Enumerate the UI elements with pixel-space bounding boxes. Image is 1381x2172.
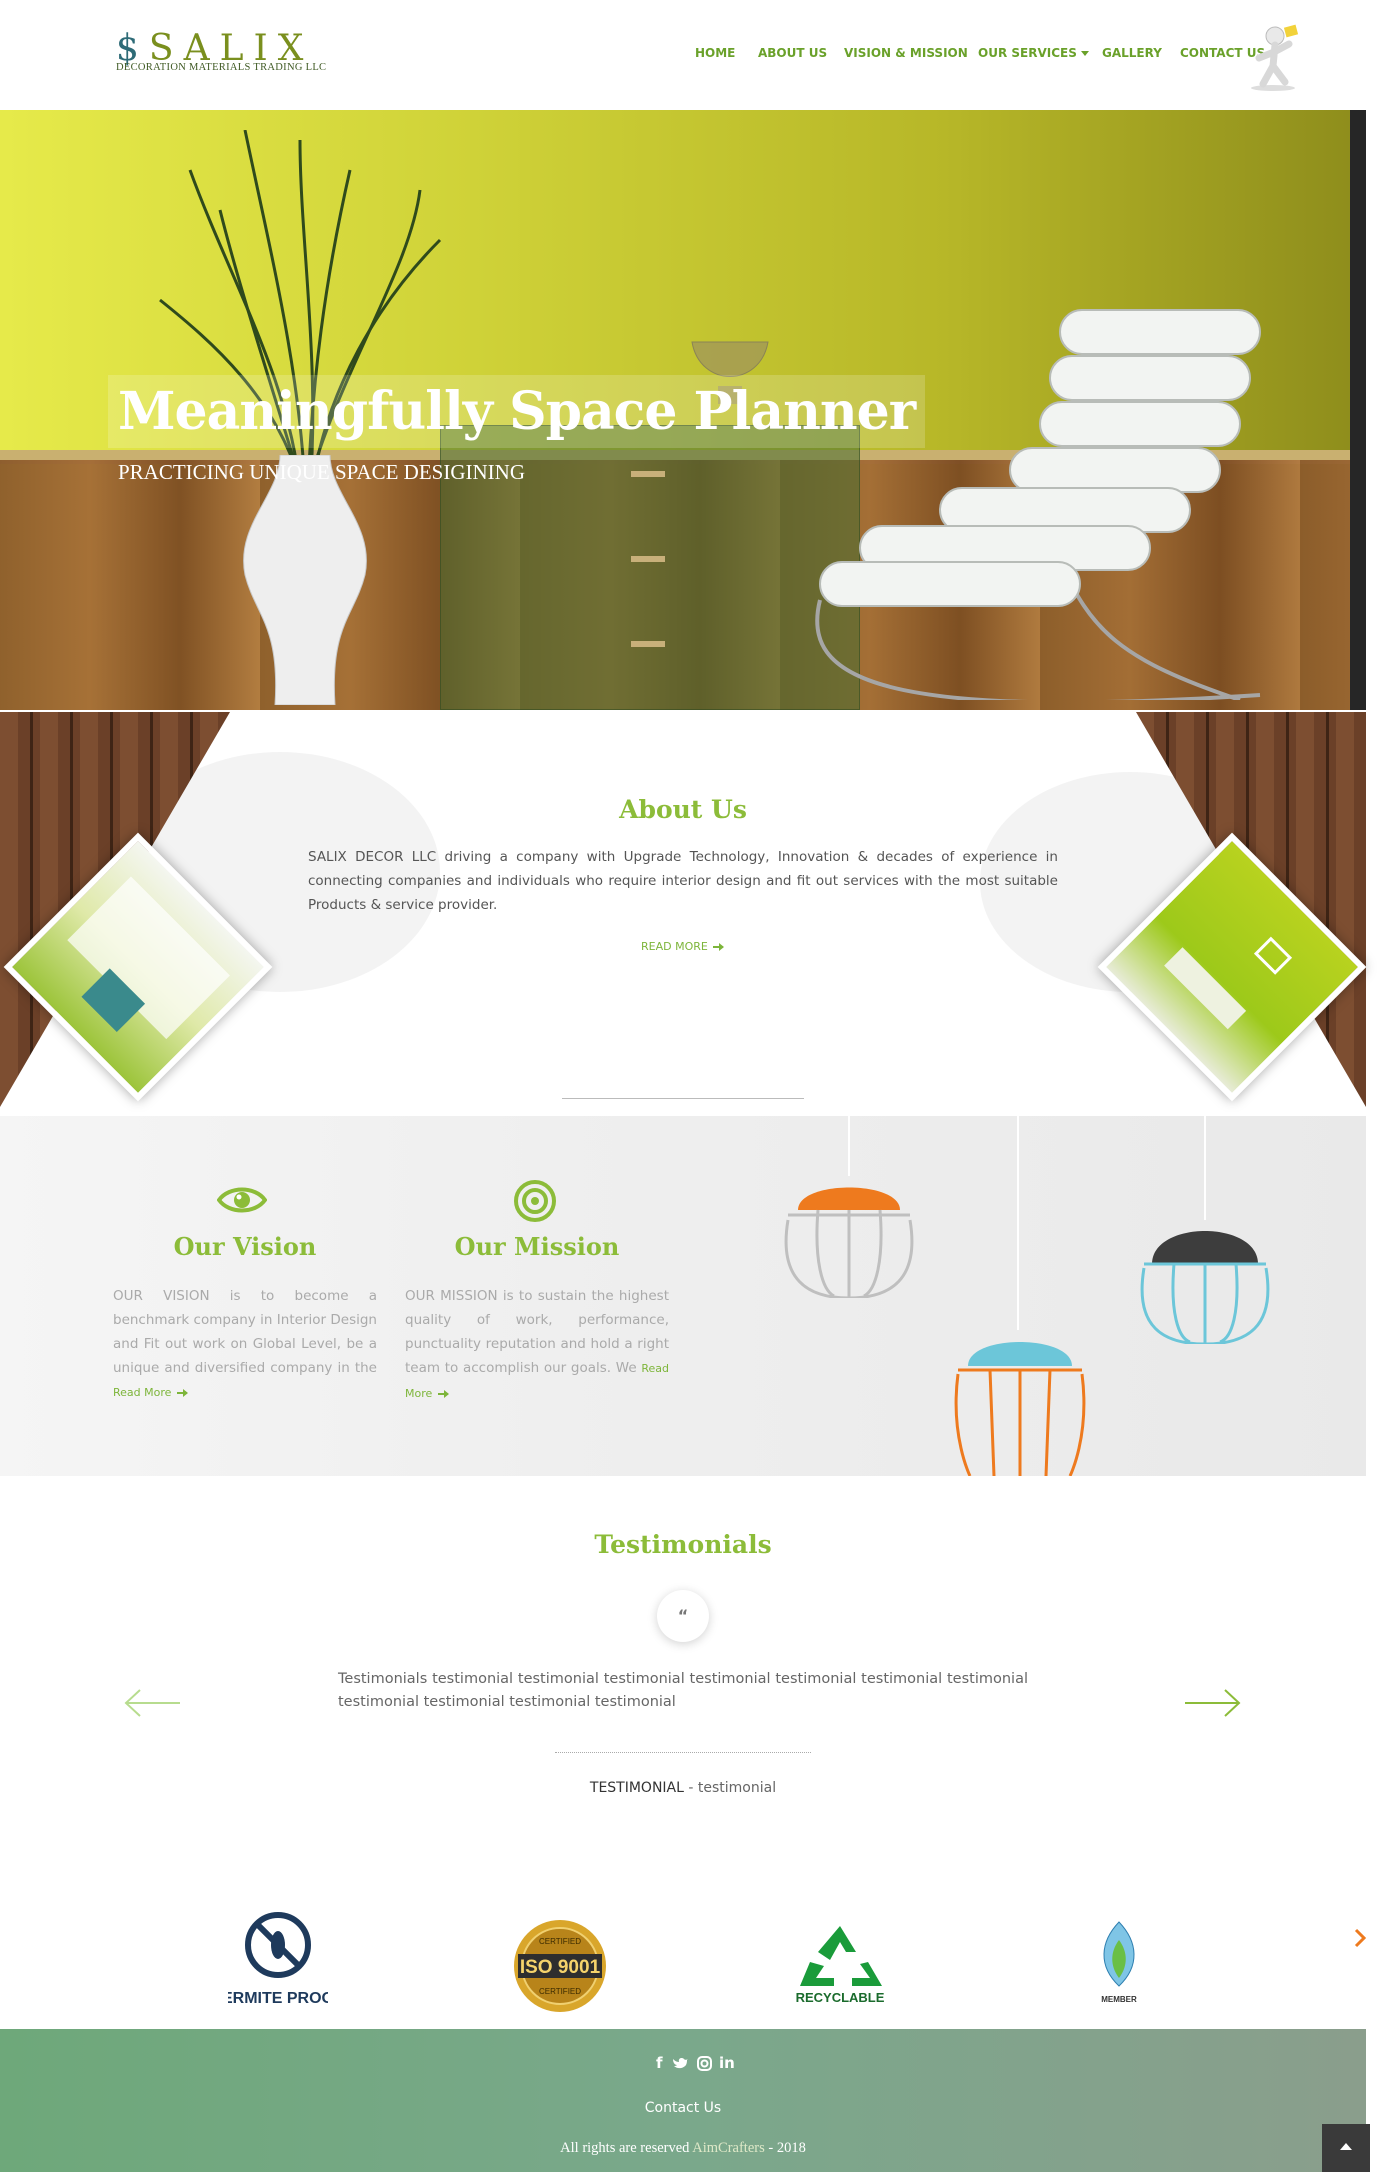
author-role: testimonial (697, 1780, 777, 1796)
target-icon (514, 1180, 556, 1222)
instagram-icon[interactable] (697, 2056, 712, 2071)
quote-icon: “ (657, 1590, 709, 1642)
testimonial-divider (555, 1752, 811, 1753)
lamp-wire (848, 1116, 850, 1176)
twitter-icon[interactable] (673, 2057, 689, 2071)
author-separator: - (683, 1780, 698, 1796)
blue-orange-pendant-lamp-image (954, 1342, 1086, 1476)
read-more-label: Read More (113, 1386, 172, 1399)
wall-shelf-shape (1253, 936, 1293, 975)
arrow-right-icon (176, 1389, 188, 1397)
site-header: $SALIX DECORATION MATERIALS TRADING LLC … (0, 0, 1381, 110)
mission-body: OUR MISSION is to sustain the highest qu… (405, 1288, 669, 1376)
lamp-wire (1017, 1116, 1019, 1330)
nav-gallery[interactable]: GALLERY (1102, 46, 1162, 60)
member-label: MEMBER (1101, 1995, 1137, 2004)
back-to-top-button[interactable] (1322, 2124, 1370, 2172)
recyclable-label: RECYCLABLE (796, 1990, 885, 2005)
mission-title: Our Mission (454, 1232, 620, 1261)
vision-title: Our Vision (173, 1232, 317, 1261)
vision-body: OUR VISION is to become a benchmark comp… (113, 1288, 377, 1376)
iso-bottom-label: CERTIFIED (539, 1987, 581, 1996)
testimonials-title: Testimonials (594, 1530, 772, 1559)
kitchen-cabinet-shape (67, 876, 230, 1040)
nav-home[interactable]: HOME (695, 46, 735, 60)
arrow-right-icon[interactable] (1183, 1688, 1243, 1718)
facebook-icon[interactable]: f (656, 2054, 663, 2072)
footer-copyright: All rights are reserved AimCrafters - 20… (0, 2140, 1366, 2157)
termite-proof-badge: TERMITE PROOF (228, 1912, 328, 2007)
testimonial-author: TESTIMONIAL - testimonial (0, 1780, 1366, 1796)
lounge-chair-image (815, 309, 1261, 700)
copyright-text: All rights are reserved (560, 2140, 690, 2156)
iso-top-label: CERTIFIED (539, 1937, 581, 1946)
arrow-right-icon (437, 1390, 449, 1398)
lamp-wire (1204, 1116, 1206, 1220)
cabinet-handle (631, 641, 665, 647)
read-more-label: READ MORE (641, 940, 708, 953)
orange-pendant-lamp-image (784, 1187, 914, 1298)
black-blue-pendant-lamp-image (1140, 1231, 1270, 1344)
iso-9001-badge: ISO 9001 CERTIFIED CERTIFIED (514, 1920, 606, 2012)
arrow-right-icon (713, 943, 725, 951)
running-man-icon (1251, 24, 1299, 91)
footer-contact-link[interactable]: Contact Us (0, 2100, 1366, 2116)
about-read-more-link[interactable]: READ MORE (641, 940, 725, 953)
eye-icon (217, 1187, 267, 1213)
hero-scroll-edge (1350, 110, 1366, 710)
copyright-year: - 2018 (764, 2140, 806, 2156)
chevron-down-icon (1080, 51, 1089, 56)
nav-about-us[interactable]: ABOUT US (758, 46, 827, 60)
vase-image (243, 455, 367, 705)
about-text: SALIX DECOR LLC driving a company with U… (308, 849, 1058, 913)
hero-banner: Meaningfully Space Planner PRACTICING UN… (0, 110, 1350, 710)
hero-subtitle: PRACTICING UNIQUE SPACE DESIGINING (118, 460, 525, 484)
linkedin-icon[interactable]: in (719, 2054, 735, 2072)
termite-proof-label: TERMITE PROOF (228, 1990, 328, 2007)
author-name: TESTIMONIAL (589, 1780, 684, 1796)
vision-mission-section: Our Vision Our Mission OUR VISION is to … (0, 1116, 1366, 1476)
nav-our-services-label: OUR SERVICES (978, 46, 1077, 60)
vision-text: OUR VISION is to become a benchmark comp… (113, 1284, 377, 1405)
carousel-peek-icon (1354, 1928, 1366, 1948)
about-title: About Us (619, 795, 747, 824)
section-divider (562, 1098, 804, 1099)
nav-vision-mission[interactable]: VISION & MISSION (844, 46, 968, 60)
cabinet-handle (631, 556, 665, 562)
mission-text: OUR MISSION is to sustain the highest qu… (405, 1284, 669, 1406)
green-building-member-badge: MEMBER (1101, 1921, 1137, 2004)
hero-title: Meaningfully Space Planner (108, 375, 926, 448)
nav-our-services[interactable]: OUR SERVICES (978, 46, 1089, 60)
testimonial-text: Testimonials testimonial testimonial tes… (338, 1671, 1028, 1710)
recyclable-badge: RECYCLABLE (796, 1926, 885, 2005)
iso-label: ISO 9001 (520, 1957, 601, 1978)
sofa-shape (1164, 947, 1247, 1030)
agency-link[interactable]: AimCrafters (692, 2140, 764, 2156)
vision-read-more-link[interactable]: Read More (113, 1386, 188, 1399)
cabinet-handle (631, 471, 665, 477)
logo-subtitle: DECORATION MATERIALS TRADING LLC (116, 62, 327, 73)
arrow-left-icon[interactable] (122, 1688, 182, 1718)
